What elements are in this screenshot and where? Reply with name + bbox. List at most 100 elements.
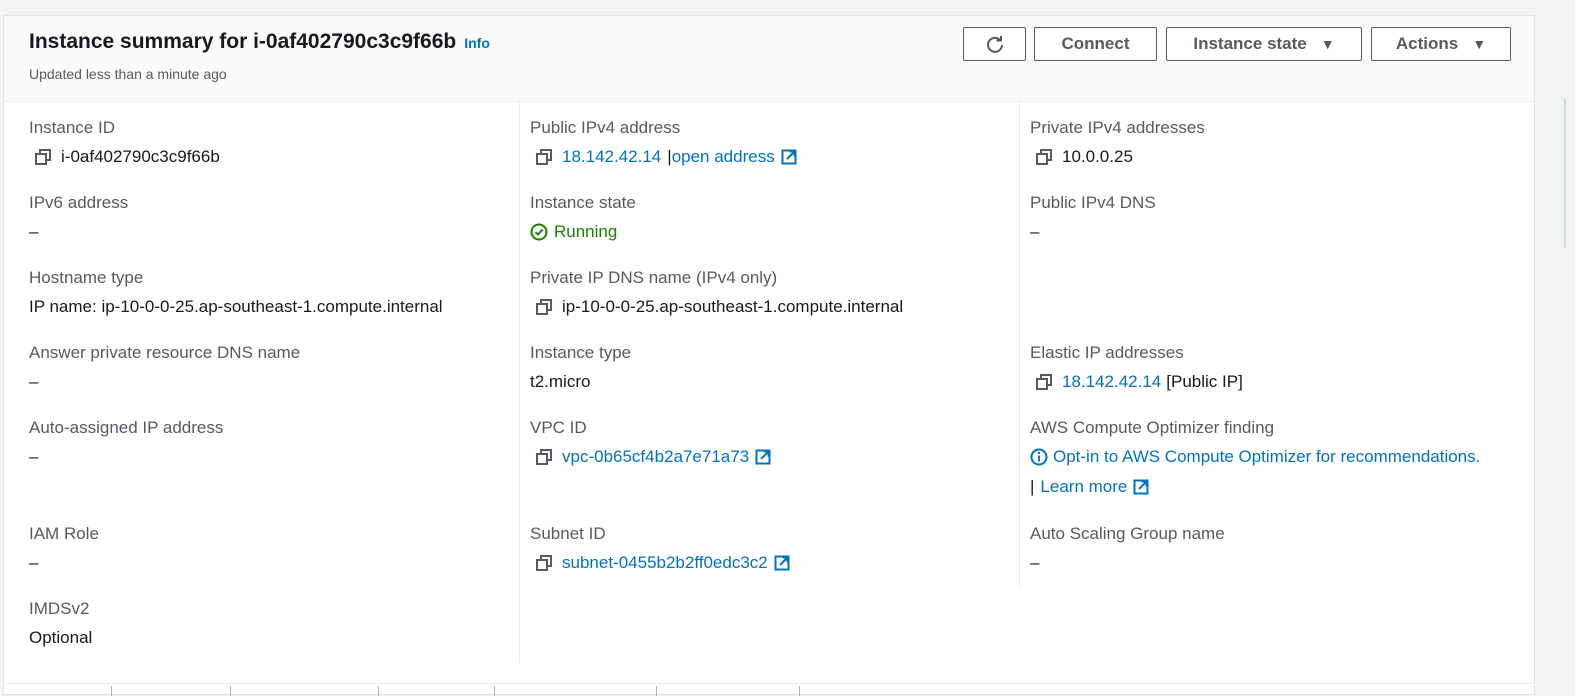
- field-public-ipv4: Public IPv4 address 18.142.42.14 | open a…: [530, 118, 797, 167]
- field-compute-optimizer: AWS Compute Optimizer finding Opt-in to …: [1030, 418, 1480, 497]
- field-value: –: [29, 553, 39, 572]
- status-running: Running: [554, 222, 618, 241]
- field-imdsv2: IMDSv2 Optional: [29, 599, 92, 648]
- open-address-link[interactable]: open address: [672, 147, 775, 167]
- field-asg: Auto Scaling Group name –: [1030, 524, 1225, 573]
- field-instance-id: Instance ID i-0af402790c3c9f66b: [29, 118, 220, 167]
- field-private-dns: Private IP DNS name (IPv4 only) ip-10-0-…: [530, 268, 903, 317]
- field-label: Private IP DNS name (IPv4 only): [530, 268, 778, 287]
- field-value: –: [29, 372, 39, 391]
- elastic-ip-link[interactable]: 18.142.42.14: [1062, 372, 1161, 392]
- field-ipv6: IPv6 address –: [29, 193, 128, 242]
- learn-more-link[interactable]: Learn more: [1040, 477, 1127, 497]
- caret-down-icon: ▼: [1472, 36, 1487, 52]
- copy-icon[interactable]: [1036, 149, 1052, 165]
- field-value: 10.0.0.25: [1030, 147, 1205, 167]
- external-link-icon[interactable]: [774, 555, 790, 571]
- field-public-dns: Public IPv4 DNS –: [1030, 193, 1156, 242]
- details-column-2: Public IPv4 address 18.142.42.14 | open a…: [519, 102, 1020, 662]
- check-circle-icon: [530, 223, 548, 241]
- field-value: –: [29, 447, 39, 466]
- field-vpc-id: VPC ID vpc-0b65cf4b2a7e71a73: [530, 418, 771, 467]
- field-label: Private IPv4 addresses: [1030, 118, 1205, 137]
- field-value: –: [29, 222, 39, 241]
- field-label: Public IPv4 address: [530, 118, 681, 137]
- field-label: VPC ID: [530, 418, 587, 437]
- field-label: Hostname type: [29, 268, 144, 287]
- subnet-id-link[interactable]: subnet-0455b2b2ff0edc3c2: [562, 553, 768, 573]
- updated-status: Updated less than a minute ago: [29, 66, 227, 82]
- optimizer-opt-in-link[interactable]: Opt-in to AWS Compute Optimizer for reco…: [1053, 447, 1480, 467]
- external-link-icon[interactable]: [755, 449, 771, 465]
- details-column-3: Private IPv4 addresses 10.0.0.25 Public …: [1019, 102, 1530, 587]
- field-label: Auto Scaling Group name: [1030, 524, 1225, 543]
- field-label: Subnet ID: [530, 524, 606, 543]
- copy-icon[interactable]: [536, 299, 552, 315]
- copy-icon[interactable]: [1036, 374, 1052, 390]
- field-value: –: [1030, 553, 1040, 572]
- field-instance-type: Instance type t2.micro: [530, 343, 631, 392]
- caret-down-icon: ▼: [1320, 36, 1335, 52]
- actions-button[interactable]: Actions ▼: [1371, 27, 1511, 61]
- private-dns-value: ip-10-0-0-25.ap-southeast-1.compute.inte…: [562, 297, 904, 316]
- external-link-icon[interactable]: [1133, 479, 1149, 495]
- instance-state-button[interactable]: Instance state ▼: [1166, 27, 1362, 61]
- elastic-ip-suffix: [Public IP]: [1166, 372, 1243, 391]
- field-label: IPv6 address: [29, 193, 129, 212]
- connect-button[interactable]: Connect: [1034, 27, 1157, 61]
- field-label: IAM Role: [29, 524, 99, 543]
- field-label: Auto-assigned IP address: [29, 418, 224, 437]
- detail-tabs-strip: [4, 683, 1534, 696]
- field-value: –: [1030, 222, 1040, 241]
- page-title-text: Instance summary for i-0af402790c3c9f66b: [29, 30, 457, 53]
- vpc-id-link[interactable]: vpc-0b65cf4b2a7e71a73: [562, 447, 749, 467]
- field-label: IMDSv2: [29, 599, 90, 618]
- field-value: Optional: [29, 628, 93, 647]
- actions-button-label: Actions: [1395, 34, 1459, 53]
- field-value: Opt-in to AWS Compute Optimizer for reco…: [1030, 447, 1480, 467]
- info-icon: [1030, 448, 1048, 466]
- field-private-ipv4: Private IPv4 addresses 10.0.0.25: [1030, 118, 1205, 167]
- info-link[interactable]: Info: [464, 35, 490, 51]
- field-subnet-id: Subnet ID subnet-0455b2b2ff0edc3c2: [530, 524, 790, 573]
- public-ipv4-link[interactable]: 18.142.42.14: [562, 147, 661, 167]
- field-value-extra: | Learn more: [1030, 477, 1480, 497]
- refresh-button[interactable]: [963, 27, 1026, 61]
- page-title: Instance summary for i-0af402790c3c9f66b…: [29, 30, 490, 54]
- copy-icon[interactable]: [536, 449, 552, 465]
- field-auto-ip: Auto-assigned IP address –: [29, 418, 223, 467]
- refresh-icon: [986, 36, 1003, 53]
- copy-icon[interactable]: [35, 149, 51, 165]
- field-value: 18.142.42.14 | open address: [530, 147, 797, 167]
- copy-icon[interactable]: [536, 149, 552, 165]
- field-label: Instance ID: [29, 118, 115, 137]
- field-value: Running: [530, 222, 636, 242]
- field-answer-dns: Answer private resource DNS name –: [29, 343, 300, 392]
- field-value: vpc-0b65cf4b2a7e71a73: [530, 447, 771, 467]
- field-label: Public IPv4 DNS: [1030, 193, 1156, 212]
- separator: |: [1030, 477, 1035, 496]
- field-value: ip-10-0-0-25.ap-southeast-1.compute.inte…: [530, 297, 903, 317]
- field-elastic-ip: Elastic IP addresses 18.142.42.14 [Publi…: [1030, 343, 1243, 392]
- field-value: i-0af402790c3c9f66b: [29, 147, 220, 167]
- field-label: Answer private resource DNS name: [29, 343, 301, 362]
- field-instance-state: Instance state Running: [530, 193, 636, 242]
- field-label: AWS Compute Optimizer finding: [1030, 418, 1275, 437]
- private-ipv4-value: 10.0.0.25: [1062, 147, 1133, 166]
- field-value: 18.142.42.14 [Public IP]: [1030, 372, 1243, 392]
- field-value: subnet-0455b2b2ff0edc3c2: [530, 553, 790, 573]
- instance-summary-panel: Instance summary for i-0af402790c3c9f66b…: [3, 15, 1535, 696]
- field-label: Instance type: [530, 343, 632, 362]
- field-value: t2.micro: [530, 372, 591, 391]
- instance-id-value: i-0af402790c3c9f66b: [61, 147, 220, 166]
- connect-button-label: Connect: [1061, 34, 1130, 53]
- instance-state-button-label: Instance state: [1193, 34, 1307, 53]
- external-link-icon[interactable]: [781, 149, 797, 165]
- copy-icon[interactable]: [536, 555, 552, 571]
- field-hostname-type: Hostname type IP name: ip-10-0-0-25.ap-s…: [29, 268, 443, 317]
- field-value: IP name: ip-10-0-0-25.ap-southeast-1.com…: [29, 297, 443, 316]
- field-label: Instance state: [530, 193, 636, 212]
- details-column-1: Instance ID i-0af402790c3c9f66b IPv6 add…: [29, 102, 519, 662]
- page-scrollbar[interactable]: [1564, 98, 1566, 248]
- summary-header: Instance summary for i-0af402790c3c9f66b…: [4, 16, 1534, 102]
